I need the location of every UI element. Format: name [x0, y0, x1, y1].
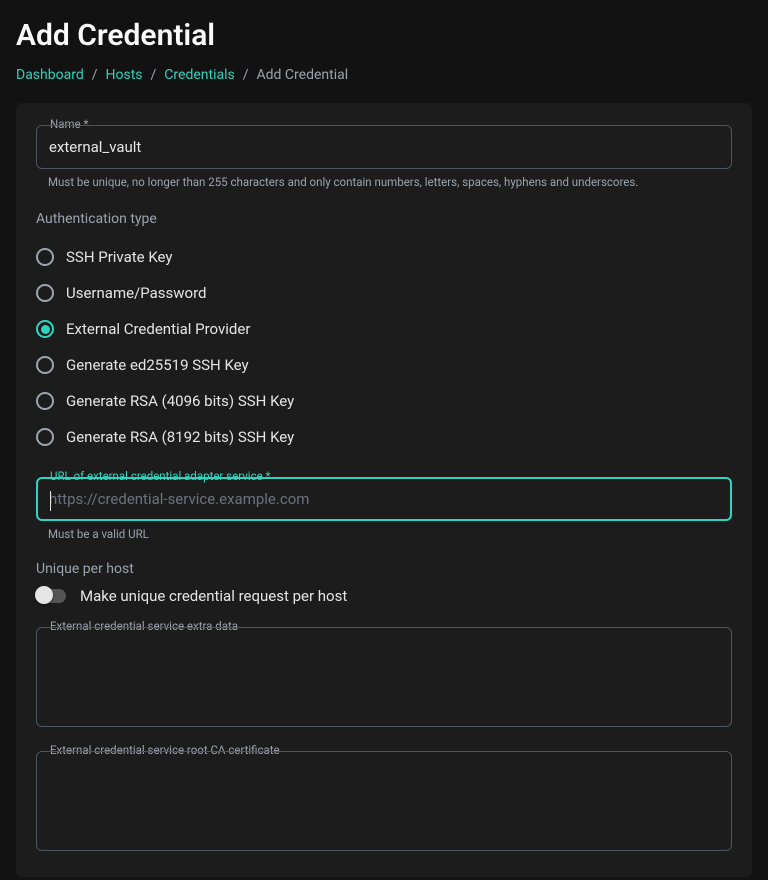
breadcrumb-credentials[interactable]: Credentials: [164, 67, 234, 83]
name-field: Name *: [36, 125, 732, 169]
unique-per-host-toggle-label: Make unique credential request per host: [80, 587, 347, 605]
radio-generate-rsa-4096[interactable]: Generate RSA (4096 bits) SSH Key: [36, 383, 732, 419]
unique-per-host-label: Unique per host: [36, 561, 732, 577]
url-helper: Must be a valid URL: [48, 527, 732, 541]
breadcrumb-dashboard[interactable]: Dashboard: [16, 67, 84, 83]
page-title: Add Credential: [16, 18, 752, 53]
radio-label: SSH Private Key: [66, 248, 173, 266]
radio-generate-rsa-8192[interactable]: Generate RSA (8192 bits) SSH Key: [36, 419, 732, 455]
auth-type-label: Authentication type: [36, 211, 732, 227]
unique-per-host-row: Make unique credential request per host: [36, 587, 732, 605]
radio-icon: [36, 392, 54, 410]
extra-data-field: External credential service extra data: [36, 627, 732, 727]
radio-username-password[interactable]: Username/Password: [36, 275, 732, 311]
breadcrumb-separator: /: [243, 67, 249, 83]
name-input[interactable]: [49, 138, 719, 156]
radio-label: Generate RSA (4096 bits) SSH Key: [66, 392, 294, 410]
radio-icon-selected: [36, 320, 54, 338]
unique-per-host-toggle[interactable]: [36, 589, 66, 603]
root-ca-textarea[interactable]: [49, 764, 719, 836]
name-helper: Must be unique, no longer than 255 chara…: [48, 175, 732, 189]
radio-label: Generate ed25519 SSH Key: [66, 356, 249, 374]
breadcrumb: Dashboard / Hosts / Credentials / Add Cr…: [16, 67, 752, 83]
radio-icon: [36, 284, 54, 302]
toggle-knob: [35, 586, 53, 604]
text-caret: [50, 491, 51, 511]
url-field: URL of external credential adapter servi…: [36, 477, 732, 521]
auth-type-group: SSH Private Key Username/Password Extern…: [36, 239, 732, 455]
radio-label: External Credential Provider: [66, 320, 250, 338]
radio-icon: [36, 428, 54, 446]
radio-generate-ed25519[interactable]: Generate ed25519 SSH Key: [36, 347, 732, 383]
breadcrumb-separator: /: [92, 67, 98, 83]
breadcrumb-hosts[interactable]: Hosts: [106, 67, 143, 83]
breadcrumb-current: Add Credential: [257, 67, 349, 83]
radio-external-credential-provider[interactable]: External Credential Provider: [36, 311, 732, 347]
root-ca-field: External credential service root CA cert…: [36, 751, 732, 851]
radio-icon: [36, 356, 54, 374]
breadcrumb-separator: /: [151, 67, 157, 83]
radio-label: Generate RSA (8192 bits) SSH Key: [66, 428, 294, 446]
radio-label: Username/Password: [66, 284, 207, 302]
extra-data-textarea[interactable]: [49, 640, 719, 712]
url-input[interactable]: [49, 490, 719, 508]
form-card: Name * Must be unique, no longer than 25…: [16, 103, 752, 877]
radio-icon: [36, 248, 54, 266]
radio-ssh-private-key[interactable]: SSH Private Key: [36, 239, 732, 275]
